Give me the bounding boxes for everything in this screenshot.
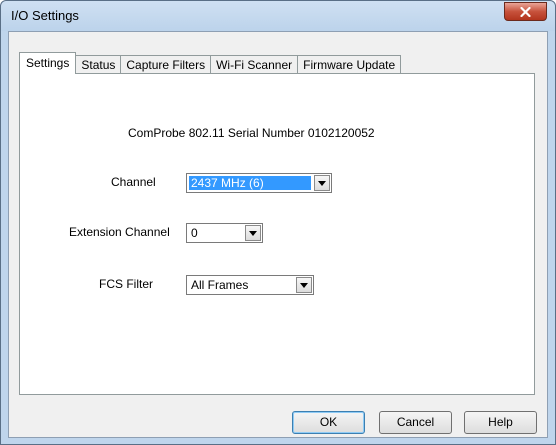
- chevron-down-icon[interactable]: [314, 175, 330, 191]
- channel-label: Channel: [111, 175, 156, 189]
- chevron-down-icon[interactable]: [245, 225, 261, 241]
- extension-channel-value: 0: [191, 226, 198, 240]
- io-settings-window: I/O Settings Settings Status Capture Fil…: [0, 0, 556, 445]
- tab-capture-filters[interactable]: Capture Filters: [120, 55, 212, 74]
- tab-firmware-update[interactable]: Firmware Update: [297, 55, 402, 74]
- extension-channel-label: Extension Channel: [69, 225, 170, 239]
- tab-status[interactable]: Status: [75, 55, 122, 74]
- fcs-filter-label: FCS Filter: [99, 277, 153, 291]
- close-button[interactable]: [504, 2, 547, 21]
- fcs-filter-value: All Frames: [191, 278, 249, 292]
- close-icon: [520, 6, 531, 17]
- serial-number-text: ComProbe 802.11 Serial Number 0102120052: [128, 126, 375, 140]
- help-button[interactable]: Help: [464, 411, 537, 434]
- channel-value: 2437 MHz (6): [189, 176, 311, 190]
- window-title: I/O Settings: [11, 8, 79, 23]
- extension-channel-select[interactable]: 0: [186, 223, 263, 243]
- tab-wifi-scanner[interactable]: Wi-Fi Scanner: [210, 55, 299, 74]
- chevron-down-icon[interactable]: [296, 277, 312, 293]
- dialog-body: Settings Status Capture Filters Wi-Fi Sc…: [8, 31, 548, 438]
- cancel-button[interactable]: Cancel: [379, 411, 452, 434]
- channel-select[interactable]: 2437 MHz (6): [186, 173, 332, 193]
- fcs-filter-select[interactable]: All Frames: [186, 275, 314, 295]
- ok-button[interactable]: OK: [292, 411, 365, 434]
- title-bar[interactable]: I/O Settings: [1, 1, 555, 31]
- tab-strip: Settings Status Capture Filters Wi-Fi Sc…: [19, 52, 402, 74]
- tab-settings[interactable]: Settings: [19, 52, 77, 74]
- settings-panel: ComProbe 802.11 Serial Number 0102120052…: [19, 73, 535, 395]
